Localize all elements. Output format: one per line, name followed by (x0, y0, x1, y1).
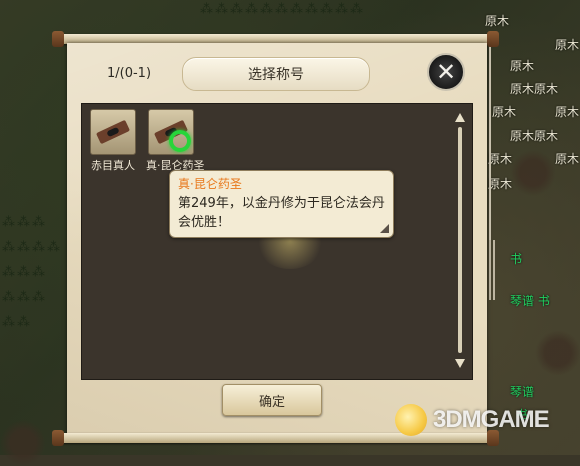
scrollbar-track[interactable] (458, 127, 462, 353)
title-item-kunlun[interactable]: 真·昆仑药圣 (146, 109, 205, 173)
watermark-text: 3DMGAME (433, 406, 550, 433)
tooltip-description: 第249年，以金丹修为于昆仑法会丹会优胜！ (178, 196, 385, 230)
map-item-label[interactable]: 书 (510, 250, 522, 267)
confirm-button-label: 确定 (258, 394, 285, 410)
title-tooltip: 真·昆仑药圣 第249年，以金丹修为于昆仑法会丹会优胜！ (169, 170, 394, 238)
map-item-label[interactable]: 原木原木 (510, 80, 558, 97)
confirm-button[interactable]: 确定 (222, 384, 322, 416)
map-terrain: ⁂⁂⁂⁂ (2, 240, 62, 255)
map-terrain: ⁂⁂⁂ (2, 290, 47, 305)
map-terrain: ⁂⁂⁂ (2, 215, 47, 230)
selection-count: 1/(0-1) (107, 66, 152, 81)
3dm-logo-icon (395, 404, 427, 436)
map-item-label[interactable]: 原木 (555, 36, 579, 53)
dialog-title: 选择称号 (182, 57, 370, 91)
map-terrain: ⁂⁂⁂⁂⁂⁂⁂⁂⁂⁂⁂ (200, 2, 365, 17)
title-item-label: 赤目真人 (91, 159, 135, 172)
title-item-chimu[interactable]: 赤目真人 (88, 109, 138, 173)
map-tree (510, 150, 556, 196)
map-tree (0, 420, 46, 466)
list-scrollbar[interactable] (455, 113, 465, 368)
map-item-label[interactable]: 琴谱 书 (510, 292, 550, 309)
title-scroll-icon (148, 109, 194, 155)
map-item-label[interactable]: 原木 (555, 150, 579, 167)
scroll-rod-cap (52, 430, 64, 446)
dialog-title-text: 选择称号 (248, 67, 304, 83)
scroll-rod-cap (487, 31, 499, 47)
selected-ring-icon (169, 130, 191, 152)
scroll-down-icon[interactable] (455, 359, 465, 368)
map-item-label[interactable]: 原木 (510, 57, 534, 74)
map-item-label[interactable]: 琴谱 (510, 383, 534, 400)
watermark: 3DMGAME (395, 404, 550, 436)
map-item-label[interactable]: 原木 (485, 12, 509, 29)
map-terrain: ⁂⁂ (2, 315, 32, 330)
close-icon: ✕ (435, 58, 457, 86)
tooltip-title-name: 真·昆仑药圣 (178, 177, 242, 191)
tooltip-corner-icon (380, 224, 389, 233)
map-terrain: ⁂⁂⁂ (2, 265, 47, 280)
map-tree (535, 330, 580, 376)
title-select-dialog: 1/(0-1) 选择称号 ✕ 赤目真人 真·昆仑药圣 真·昆仑药圣 第249年，… (67, 43, 487, 435)
scroll-up-icon[interactable] (455, 113, 465, 122)
close-button[interactable]: ✕ (427, 53, 465, 91)
map-item-label[interactable]: 原木 (555, 103, 579, 120)
title-scroll-icon (90, 109, 136, 155)
map-item-label[interactable]: 原木原木 (510, 127, 558, 144)
scroll-rod-cap (52, 31, 64, 47)
